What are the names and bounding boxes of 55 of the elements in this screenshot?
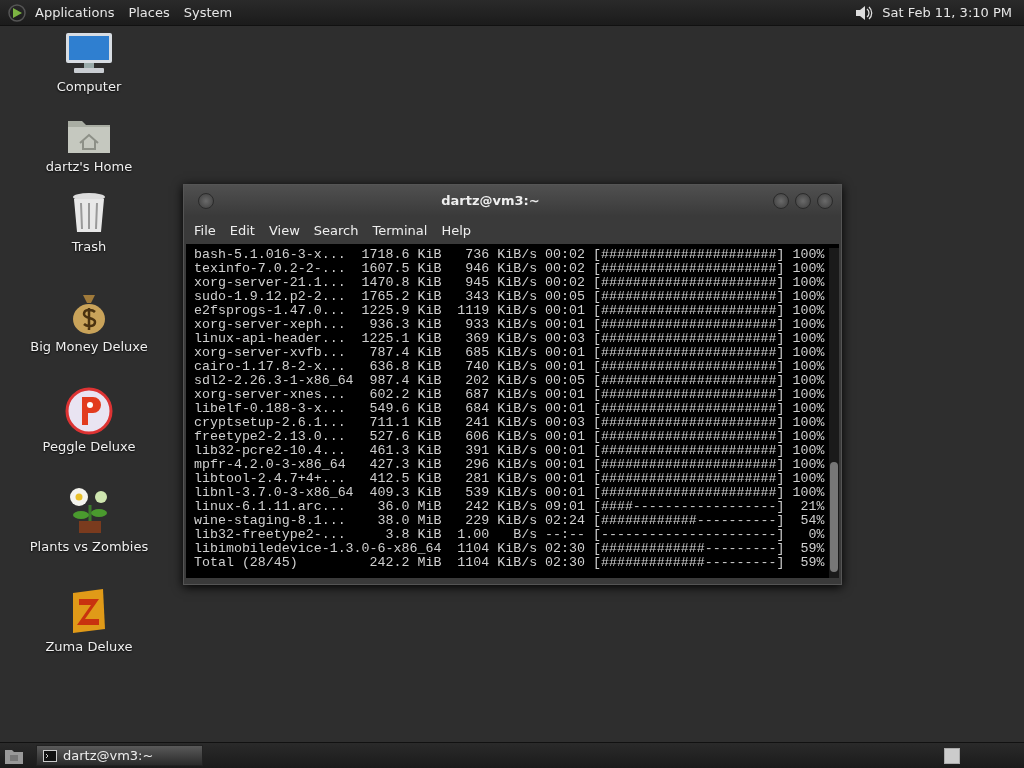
panel-menu[interactable]: System bbox=[178, 3, 238, 22]
terminal-line: xorg-server-xeph... 936.3 KiB 933 KiB/s 00:01 [######################] 100% bbox=[194, 318, 826, 332]
clock[interactable]: Sat Feb 11, 3:10 PM bbox=[878, 5, 1016, 20]
terminal-line: texinfo-7.0.2-2-... 1607.5 KiB 946 KiB/s 00:02 [######################] 100% bbox=[194, 262, 826, 276]
scrollbar[interactable] bbox=[829, 248, 839, 578]
terminal-line: freetype2-2.13.0... 527.6 KiB 606 KiB/s 00:01 [######################] 100% bbox=[194, 430, 826, 444]
terminal-line: xorg-server-21.1... 1470.8 KiB 945 KiB/s 00:02 [######################] 100% bbox=[194, 276, 826, 290]
speaker-icon[interactable] bbox=[854, 3, 875, 22]
terminal-line: lib32-pcre2-10.4... 461.3 KiB 391 KiB/s 00:01 [######################] 100% bbox=[194, 444, 826, 458]
terminal-line: libnl-3.7.0-3-x86_64 409.3 KiB 539 KiB/s 00:01 [######################] 100% bbox=[194, 486, 826, 500]
terminal-line: libtool-2.4.7+4+... 412.5 KiB 281 KiB/s 00:01 [######################] 100% bbox=[194, 472, 826, 486]
scrollbar-thumb[interactable] bbox=[830, 462, 838, 572]
window-menu-button[interactable] bbox=[198, 192, 214, 209]
terminal-line: cryptsetup-2.6.1... 711.1 KiB 241 KiB/s 00:03 [######################] 100% bbox=[194, 416, 826, 430]
logo-icon[interactable] bbox=[8, 3, 26, 22]
menu-item[interactable]: Help bbox=[435, 219, 478, 241]
desktop-icon-label[interactable]: Trash bbox=[71, 239, 107, 254]
terminal-line: mpfr-4.2.0-3-x86_64 427.3 KiB 296 KiB/s 00:01 [######################] 100% bbox=[194, 458, 826, 472]
desktop-icon-label[interactable]: Peggle Deluxe bbox=[42, 439, 136, 454]
close-button[interactable] bbox=[817, 192, 833, 209]
menu-item[interactable]: Edit bbox=[223, 219, 261, 241]
terminal-line: e2fsprogs-1.47.0... 1225.9 KiB 1119 KiB/s 00:01 [######################] 100% bbox=[194, 304, 826, 318]
menu-item[interactable]: File bbox=[188, 219, 222, 241]
desktop-icon-label[interactable]: Plants vs Zombies bbox=[29, 539, 149, 554]
panel-menu[interactable]: Places bbox=[123, 3, 175, 22]
panel-menu[interactable]: Applications bbox=[30, 3, 120, 22]
minimize-button[interactable] bbox=[773, 192, 789, 209]
terminal-line: libelf-0.188-3-x... 549.6 KiB 684 KiB/s 00:01 [######################] 100% bbox=[194, 402, 826, 416]
terminal-line: cairo-1.17.8-2-x... 636.8 KiB 740 KiB/s 00:01 [######################] 100% bbox=[194, 360, 826, 374]
terminal-line: Total (28/45) 242.2 MiB 1104 KiB/s 02:30 [#############---------] 59% bbox=[194, 556, 826, 570]
trash-icon bbox=[70, 191, 108, 235]
terminal-line: bash-5.1.016-3-x... 1718.6 KiB 736 KiB/s 00:02 [######################] 100% bbox=[194, 248, 826, 262]
maximize-button[interactable] bbox=[795, 192, 811, 209]
taskbar-button[interactable]: dartz@vm3:~ bbox=[36, 745, 203, 766]
menu-item[interactable]: Search bbox=[307, 219, 365, 241]
terminal-line: linux-6.1.11.arc... 36.0 MiB 242 KiB/s 09:01 [####------------------] 21% bbox=[194, 500, 826, 514]
peggle-ball-icon bbox=[65, 387, 113, 435]
menu-item[interactable]: Terminal bbox=[366, 219, 434, 241]
desktop-icon-label[interactable]: Zuma Deluxe bbox=[45, 639, 133, 654]
terminal-line: linux-api-header... 1225.1 KiB 369 KiB/s 00:03 [######################] 100% bbox=[194, 332, 826, 346]
desktop-icon-label[interactable]: Big Money Deluxe bbox=[30, 339, 148, 354]
terminal-line: wine-staging-8.1... 38.0 MiB 229 KiB/s 02:24 [############----------] 54% bbox=[194, 514, 826, 528]
desktop-icon-label[interactable]: dartz's Home bbox=[45, 159, 133, 174]
terminal-line: xorg-server-xnes... 602.2 KiB 687 KiB/s 00:01 [######################] 100% bbox=[194, 388, 826, 402]
terminal-icon bbox=[43, 749, 57, 762]
terminal-line: lib32-freetype2-... 3.8 KiB 1.00 B/s --:-- [----------------------] 0% bbox=[194, 528, 826, 542]
computer-icon bbox=[64, 31, 114, 75]
terminal-line: libimobiledevice-1.3.0-6-x86_64 1104 KiB/s 02:30 [#############---------] 59% bbox=[194, 542, 826, 556]
workspace-switcher[interactable] bbox=[944, 747, 960, 764]
terminal-line: sdl2-2.26.3-1-x86_64 987.4 KiB 202 KiB/s 00:05 [######################] 100% bbox=[194, 374, 826, 388]
desktop-icon-label[interactable]: Computer bbox=[56, 79, 122, 94]
window-title: dartz@vm3:~ bbox=[440, 193, 541, 208]
terminal-line: sudo-1.9.12.p2-2... 1765.2 KiB 343 KiB/s 00:05 [######################] 100% bbox=[194, 290, 826, 304]
terminal-line: xorg-server-xvfb... 787.4 KiB 685 KiB/s 00:01 [######################] 100% bbox=[194, 346, 826, 360]
menu-item[interactable]: View bbox=[262, 219, 306, 241]
